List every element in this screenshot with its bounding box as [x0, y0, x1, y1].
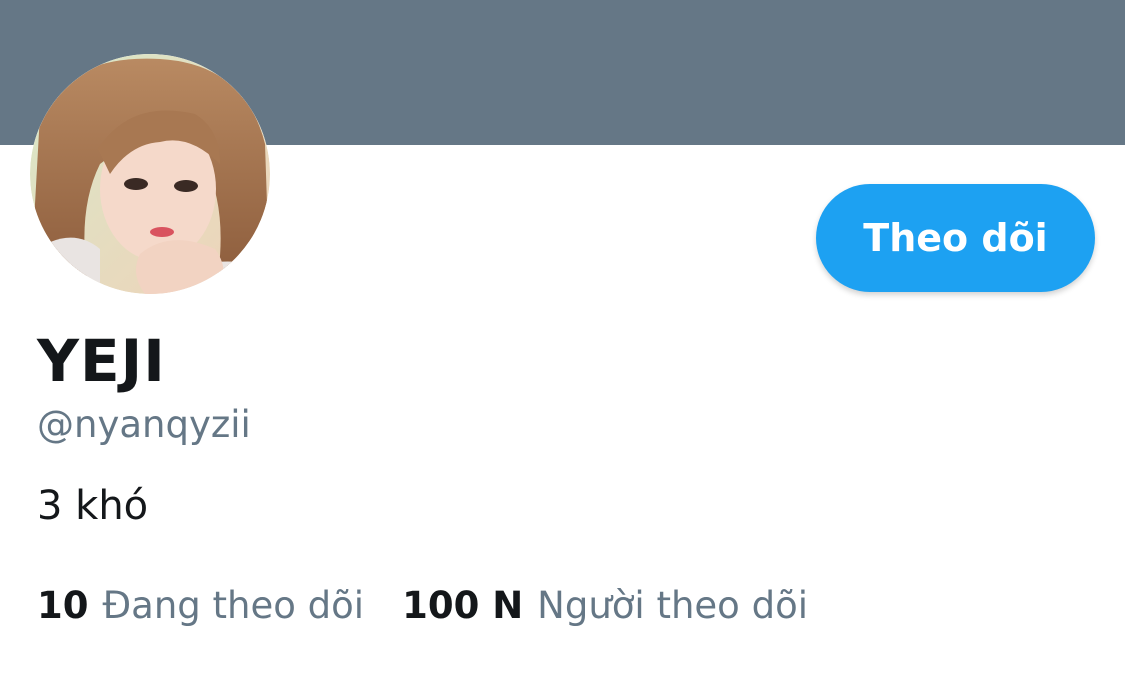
- following-stat[interactable]: 10 Đang theo dõi: [37, 587, 364, 624]
- user-handle: @nyanqyzii: [37, 403, 251, 446]
- following-label: Đang theo dõi: [102, 584, 365, 627]
- avatar[interactable]: [30, 54, 270, 294]
- avatar-photo: [30, 54, 270, 294]
- profile-stats: 10 Đang theo dõi 100 N Người theo dõi: [37, 587, 808, 624]
- follow-button[interactable]: Theo dõi: [816, 184, 1095, 292]
- profile-header: Theo dõi YEJI @nyanqyzii 3 khó 10 Đang t…: [0, 0, 1125, 693]
- followers-count: 100 N: [402, 584, 524, 627]
- following-count: 10: [37, 584, 89, 627]
- bio: 3 khó: [37, 483, 149, 529]
- followers-label: Người theo dõi: [537, 584, 808, 627]
- followers-stat[interactable]: 100 N Người theo dõi: [402, 587, 808, 624]
- display-name: YEJI: [37, 327, 166, 395]
